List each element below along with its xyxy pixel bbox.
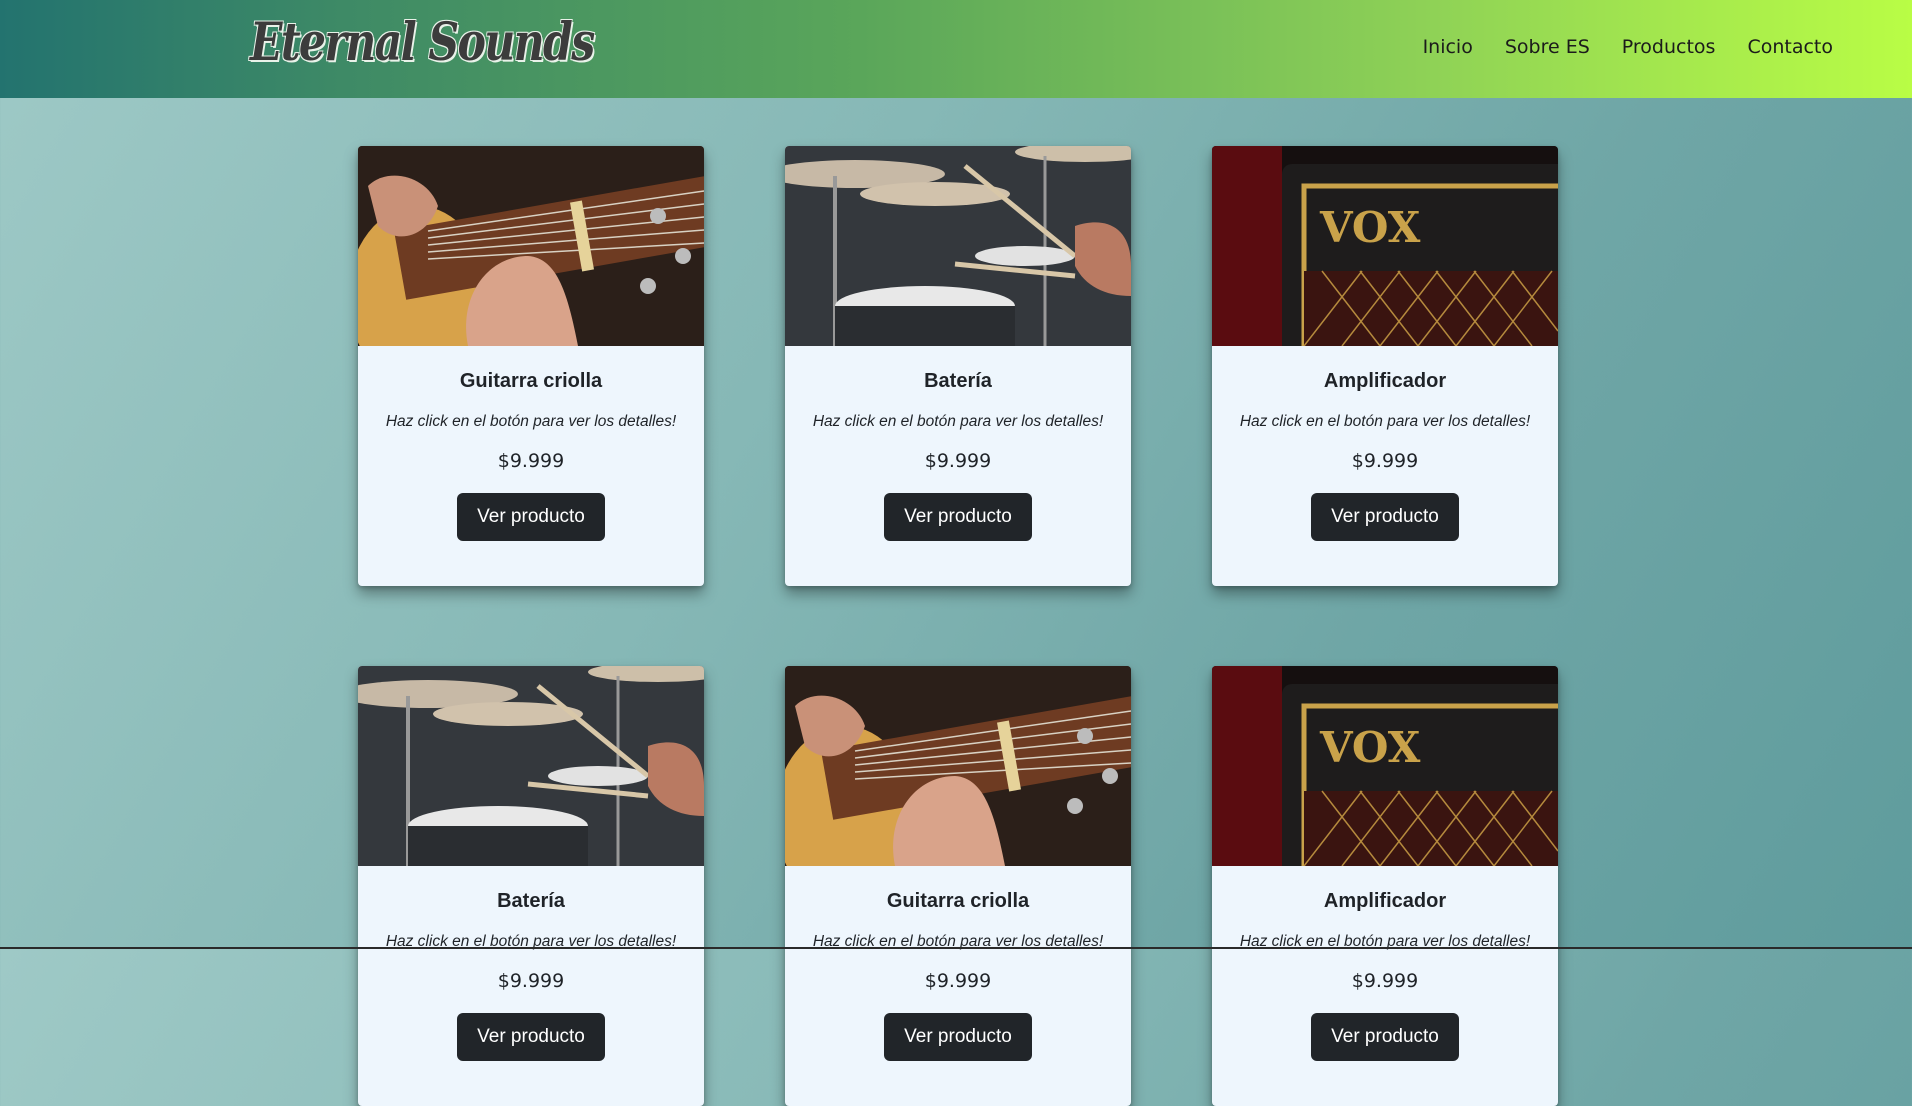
product-card: Batería Haz click en el botón para ver l…: [358, 666, 704, 1106]
product-image-guitar: [358, 146, 704, 346]
product-card: Guitarra criolla Haz click en el botón p…: [358, 146, 704, 586]
product-price: $9.999: [1351, 970, 1419, 992]
nav-link-inicio[interactable]: Inicio: [1423, 36, 1473, 58]
product-image-drums: [358, 666, 704, 866]
product-title: Batería: [497, 890, 565, 912]
product-description: Haz click en el botón para ver los detal…: [812, 413, 1104, 430]
product-price: $9.999: [1351, 450, 1419, 472]
view-product-button[interactable]: Ver producto: [884, 1013, 1032, 1061]
nav-link-sobre-es[interactable]: Sobre ES: [1505, 36, 1590, 58]
product-price: $9.999: [924, 970, 992, 992]
site-header: Eternal Sounds Inicio Sobre ES Productos…: [0, 0, 1912, 98]
amp-brand-text: VOX: [1319, 203, 1421, 252]
product-card: VOX Amplificador Haz click en el botón p…: [1212, 146, 1558, 586]
product-card: Guitarra criolla Haz click en el botón p…: [785, 666, 1131, 1106]
product-title: Guitarra criolla: [459, 370, 603, 392]
product-price: $9.999: [497, 970, 565, 992]
nav-link-productos[interactable]: Productos: [1622, 36, 1716, 58]
product-image-amp: VOX: [1212, 146, 1558, 346]
product-image-drums: [785, 146, 1131, 346]
amp-brand-text: VOX: [1319, 723, 1421, 772]
nav-link-contacto[interactable]: Contacto: [1747, 36, 1833, 58]
view-product-button[interactable]: Ver producto: [1311, 1013, 1459, 1061]
product-title: Guitarra criolla: [886, 890, 1030, 912]
product-image-guitar: [785, 666, 1131, 866]
product-title: Amplificador: [1323, 370, 1447, 392]
product-price: $9.999: [497, 450, 565, 472]
product-description: Haz click en el botón para ver los detal…: [385, 413, 677, 430]
view-product-button[interactable]: Ver producto: [457, 493, 605, 541]
product-price: $9.999: [924, 450, 992, 472]
site-logo[interactable]: Eternal Sounds: [250, 12, 595, 73]
product-description: Haz click en el botón para ver los detal…: [1239, 413, 1531, 430]
product-title: Amplificador: [1323, 890, 1447, 912]
product-card: VOX Amplificador Haz click en el botón p…: [1212, 666, 1558, 1106]
view-product-button[interactable]: Ver producto: [884, 493, 1032, 541]
main-nav: Inicio Sobre ES Productos Contacto: [1423, 36, 1833, 58]
product-image-amp: VOX: [1212, 666, 1558, 866]
view-product-button[interactable]: Ver producto: [1311, 493, 1459, 541]
product-grid: Guitarra criolla Haz click en el botón p…: [358, 146, 1558, 1106]
product-card: Batería Haz click en el botón para ver l…: [785, 146, 1131, 586]
view-product-button[interactable]: Ver producto: [457, 1013, 605, 1061]
product-title: Batería: [924, 370, 992, 392]
